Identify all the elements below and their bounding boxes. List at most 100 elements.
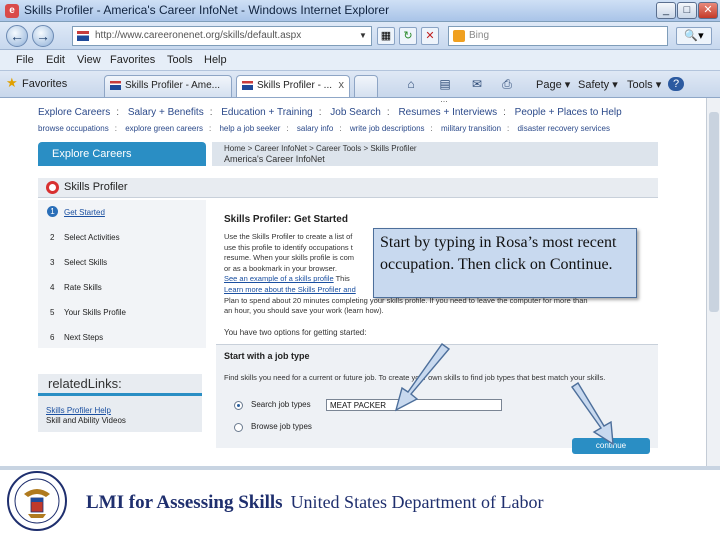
browse-job-types-radio[interactable] <box>234 423 243 432</box>
vertical-scrollbar[interactable] <box>706 98 720 466</box>
home-icon[interactable]: ⌂ <box>404 77 418 91</box>
site-flag-icon <box>77 31 89 41</box>
tab-label: Skills Profiler - Ame... <box>125 80 221 91</box>
back-button[interactable]: ← <box>6 25 28 47</box>
options-text: You have two options for getting started… <box>224 328 367 337</box>
tab-skills-profiler-1[interactable]: Skills Profiler - Ame... <box>104 75 232 97</box>
maximize-button[interactable]: □ <box>677 2 697 19</box>
stop-icon[interactable]: ✕ <box>421 27 439 45</box>
step-skills-profile[interactable]: 5 Your Skills Profile <box>38 302 206 326</box>
search-job-types-radio[interactable] <box>234 401 243 410</box>
site-flag-icon <box>242 81 253 90</box>
url-text: http://www.careeronenet.org/skills/defau… <box>95 30 302 41</box>
minimize-button[interactable]: _ <box>656 2 676 19</box>
subnav-salary-info[interactable]: salary info <box>297 124 333 133</box>
start-job-type-box: Start with a job type Find skills you ne… <box>216 344 658 448</box>
nav-job-search[interactable]: Job Search <box>330 107 381 118</box>
bing-logo-icon <box>453 30 465 42</box>
nav-cutoff-text: … <box>440 98 448 104</box>
step-label: Rate Skills <box>64 283 102 292</box>
subnav-job-descriptions[interactable]: write job descriptions <box>350 124 425 133</box>
instruction-callout: Start by typing in Rosa’s most recent oc… <box>373 228 637 298</box>
nav-explore-careers[interactable]: Explore Careers <box>38 107 110 118</box>
profiler-header: Skills Profiler <box>38 178 658 198</box>
menu-view[interactable]: View <box>77 54 101 66</box>
search-placeholder: Bing <box>469 30 490 41</box>
refresh-icon[interactable]: ↻ <box>399 27 417 45</box>
profiler-logo-icon <box>46 181 59 194</box>
compatibility-icon[interactable]: ▦ <box>377 27 395 45</box>
forward-arrow-icon: → <box>36 28 50 44</box>
menu-file[interactable]: File <box>16 54 34 66</box>
menu-edit[interactable]: Edit <box>46 54 65 66</box>
breadcrumb-path[interactable]: Home > Career InfoNet > Career Tools > S… <box>224 144 417 153</box>
search-go-icon[interactable]: 🔍▾ <box>676 27 712 45</box>
safety-menu-label: Safety <box>578 79 610 91</box>
url-dropdown-icon[interactable]: ▼ <box>356 28 370 44</box>
subnav-disaster-recovery[interactable]: disaster recovery services <box>517 124 609 133</box>
close-window-button[interactable]: ✕ <box>698 2 718 19</box>
new-tab-button[interactable] <box>354 75 378 97</box>
menu-favorites[interactable]: Favorites <box>110 54 155 66</box>
nav-salary-benefits[interactable]: Salary + Benefits <box>128 107 204 118</box>
page-menu[interactable]: Page ▾ <box>536 78 570 91</box>
learn-more-link[interactable]: Learn more about the Skills Profiler and <box>224 285 356 294</box>
slide-footer: LMI for Assessing Skills United States De… <box>0 470 720 540</box>
body-text: This <box>335 274 350 284</box>
page-menu-label: Page <box>536 79 562 91</box>
job-type-input[interactable] <box>326 399 502 411</box>
nav-education-training[interactable]: Education + Training <box>221 107 312 118</box>
search-box[interactable]: Bing <box>448 26 668 46</box>
help-icon[interactable]: ? <box>668 77 684 91</box>
menu-help[interactable]: Help <box>204 54 227 66</box>
get-started-title: Skills Profiler: Get Started <box>224 214 348 225</box>
safety-menu[interactable]: Safety ▾ <box>578 78 618 91</box>
footer-title: LMI for Assessing Skills United States De… <box>86 492 544 514</box>
presentation-slide: e Skills Profiler - America's Career Inf… <box>0 0 720 540</box>
start-job-type-title: Start with a job type <box>224 351 310 361</box>
feeds-icon[interactable]: ▤ <box>438 77 452 91</box>
step-select-skills[interactable]: 3 Select Skills <box>38 252 206 276</box>
main-nav: Explore Careers: Salary + Benefits: Educ… <box>38 107 622 118</box>
ie-app-icon: e <box>5 4 19 18</box>
callout-text: Start by typing in Rosa’s most recent oc… <box>380 234 617 273</box>
footer-regular-text: United States Department of Labor <box>290 492 544 512</box>
mail-icon[interactable]: ✉ <box>470 77 484 91</box>
skills-profiler-help-link[interactable]: Skills Profiler Help <box>46 406 111 415</box>
subnav-help-job-seeker[interactable]: help a job seeker <box>219 124 280 133</box>
close-tab-icon[interactable]: x <box>339 79 345 91</box>
step-label: Next Steps <box>64 333 104 342</box>
subnav-green-careers[interactable]: explore green careers <box>125 124 203 133</box>
browse-job-types-label: Browse job types <box>251 422 312 431</box>
example-profile-link[interactable]: See an example of a skills profile <box>224 274 334 283</box>
tab-skills-profiler-2[interactable]: Skills Profiler - ... x <box>236 75 350 97</box>
step-next-steps[interactable]: 6 Next Steps <box>38 327 206 351</box>
menu-bar: File Edit View Favorites Tools Help <box>0 50 720 71</box>
step-select-activities[interactable]: 2 Select Activities <box>38 227 206 251</box>
print-icon[interactable]: ⎙ <box>500 77 514 91</box>
steps-list: 1 Get Started 2 Select Activities 3 Select … <box>38 200 206 348</box>
menu-tools[interactable]: Tools <box>167 54 193 66</box>
tools-menu[interactable]: Tools ▾ <box>627 78 661 91</box>
continue-button[interactable]: continue <box>572 438 650 454</box>
scroll-thumb[interactable] <box>709 112 719 312</box>
subnav-military-transition[interactable]: military transition <box>441 124 501 133</box>
nav-resumes-interviews[interactable]: Resumes + Interviews <box>398 107 497 118</box>
step-rate-skills[interactable]: 4 Rate Skills <box>38 277 206 301</box>
favorites-button[interactable]: Favorites <box>22 78 67 90</box>
tools-menu-label: Tools <box>627 79 653 91</box>
skill-ability-videos-link[interactable]: Skill and Ability Videos <box>46 416 126 425</box>
window-title: Skills Profiler - America's Career InfoN… <box>24 3 390 17</box>
step-get-started[interactable]: 1 Get Started <box>38 202 206 226</box>
address-bar: ← → http://www.careeronenet.org/skills/d… <box>0 22 720 50</box>
subnav-browse-occupations[interactable]: browse occupations <box>38 124 109 133</box>
step-label: Your Skills Profile <box>64 308 126 317</box>
forward-button[interactable]: → <box>32 25 54 47</box>
url-field[interactable]: http://www.careeronenet.org/skills/defau… <box>72 26 372 46</box>
profiler-title: Skills Profiler <box>64 181 128 193</box>
explore-careers-tab[interactable]: Explore Careers <box>38 142 206 166</box>
nav-people-places[interactable]: People + Places to Help <box>515 107 622 118</box>
step-number: 6 <box>50 333 55 342</box>
favorites-star-icon: ★ <box>6 75 18 90</box>
explore-careers-label: Explore Careers <box>52 148 132 160</box>
